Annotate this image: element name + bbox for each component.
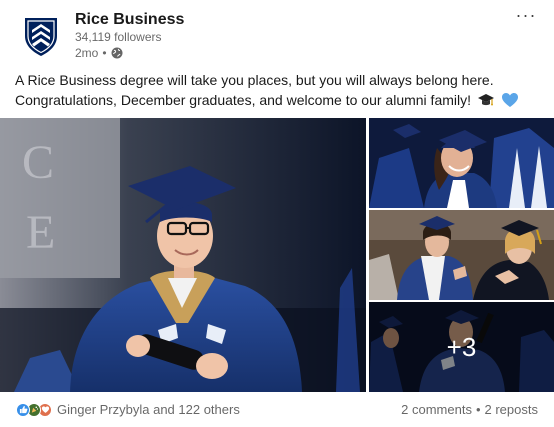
reposts-count-link[interactable]: 2 reposts	[485, 402, 538, 417]
company-name[interactable]: Rice Business	[75, 11, 184, 29]
like-icon	[16, 402, 30, 417]
svg-text:C: C	[22, 136, 54, 189]
more-options-button[interactable]: ···	[514, 6, 538, 28]
graduate-photo-4[interactable]: +3	[369, 302, 554, 392]
post-text: A Rice Business degree will take you pla…	[15, 70, 543, 110]
comments-count-link[interactable]: 2 comments	[401, 402, 472, 417]
graduation-cap-icon	[477, 92, 495, 108]
post-text-line-1: A Rice Business degree will take you pla…	[15, 72, 494, 88]
meta-separator: •	[102, 46, 107, 60]
graduate-photo-3[interactable]	[369, 210, 554, 300]
post-text-line-2-content: Congratulations, December graduates, and…	[15, 92, 472, 108]
counts-separator: •	[475, 402, 481, 417]
company-logo[interactable]	[17, 12, 65, 60]
reactions-summary[interactable]: Ginger Przybyla and 122 others	[16, 402, 240, 417]
more-photos-count: +3	[446, 331, 477, 362]
social-counts-bar: Ginger Przybyla and 122 others 2 comment…	[0, 398, 554, 424]
svg-text:E: E	[26, 206, 55, 259]
follower-count: 34,119 followers	[75, 30, 162, 44]
post-meta: 2mo •	[75, 46, 123, 60]
graduate-main-photo[interactable]: C E	[0, 118, 366, 392]
reactors-text: Ginger Przybyla and 122 others	[57, 402, 240, 417]
graduate-photo-2[interactable]	[369, 118, 554, 208]
photo-gallery: C E +3	[0, 118, 554, 392]
more-photos-overlay[interactable]: +3	[369, 302, 554, 392]
post-header: Rice Business 34,119 followers 2mo • ···	[0, 0, 554, 66]
engagement-counts: 2 comments • 2 reposts	[401, 402, 538, 417]
blue-heart-icon	[501, 92, 519, 108]
post-text-line-2: Congratulations, December graduates, and…	[15, 90, 543, 110]
globe-icon	[111, 47, 123, 59]
post-age: 2mo	[75, 46, 99, 60]
